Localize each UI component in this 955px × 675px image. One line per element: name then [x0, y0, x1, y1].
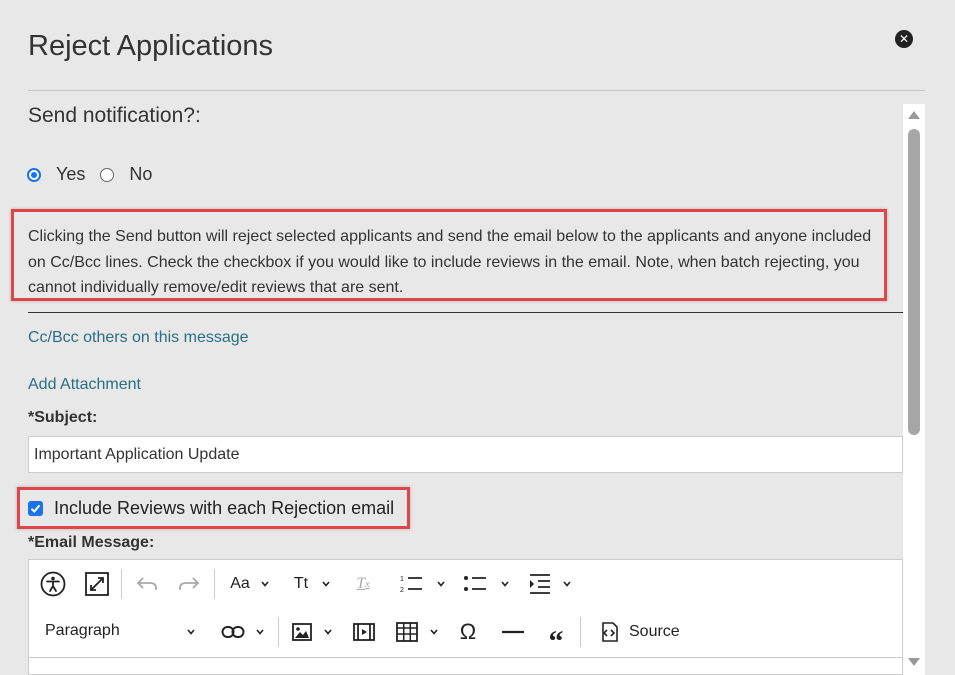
media-icon[interactable]: [350, 618, 378, 646]
numbered-list-icon[interactable]: 1 2: [397, 570, 425, 598]
scrollbar[interactable]: [903, 104, 925, 675]
radio-yes-label[interactable]: Yes: [56, 164, 85, 185]
include-reviews-label[interactable]: Include Reviews with each Rejection emai…: [54, 498, 394, 519]
source-icon[interactable]: [595, 618, 623, 646]
fullscreen-icon[interactable]: [83, 570, 111, 598]
svg-text:2: 2: [400, 587, 404, 594]
table-icon[interactable]: [393, 618, 421, 646]
email-message-label: *Email Message:: [28, 534, 155, 551]
redo-icon[interactable]: [175, 570, 203, 598]
image-icon[interactable]: [288, 618, 316, 646]
info-divider: [28, 312, 903, 313]
font-size-icon[interactable]: Tt: [287, 570, 315, 598]
send-notification-label: Send notification?:: [28, 104, 201, 127]
chevron-down-icon[interactable]: [563, 580, 571, 588]
accessibility-icon[interactable]: [39, 570, 67, 598]
chevron-down-icon[interactable]: [187, 628, 195, 636]
chevron-down-icon[interactable]: [437, 580, 445, 588]
remove-format-icon[interactable]: Tx: [349, 570, 377, 598]
chevron-down-icon[interactable]: [324, 628, 332, 636]
horizontal-line-icon[interactable]: [499, 618, 527, 646]
special-char-icon[interactable]: Ω: [454, 618, 482, 646]
blockquote-icon[interactable]: “: [542, 618, 570, 658]
include-reviews-checkbox[interactable]: [28, 501, 43, 516]
chevron-down-icon[interactable]: [256, 628, 264, 636]
scrollbar-thumb[interactable]: [908, 129, 920, 435]
bulleted-list-icon[interactable]: [461, 570, 489, 598]
notification-radio-group: Yes No: [27, 164, 167, 185]
radio-no-label[interactable]: No: [129, 164, 152, 185]
chevron-down-icon[interactable]: [430, 628, 438, 636]
font-family-icon[interactable]: Aa: [226, 570, 254, 598]
link-icon[interactable]: [219, 618, 247, 646]
scroll-down-icon[interactable]: [908, 658, 920, 666]
svg-text:1: 1: [400, 576, 404, 583]
dialog-title: Reject Applications: [28, 30, 274, 62]
checkmark-icon: [30, 504, 41, 513]
scroll-up-icon[interactable]: [908, 111, 920, 119]
editor-toolbar-divider: [29, 657, 902, 658]
chevron-down-icon[interactable]: [322, 580, 330, 588]
chevron-down-icon[interactable]: [261, 580, 269, 588]
undo-icon[interactable]: [133, 570, 161, 598]
info-text: Clicking the Send button will reject sel…: [28, 228, 872, 296]
radio-yes[interactable]: [27, 167, 41, 182]
close-icon[interactable]: ✕: [895, 30, 913, 48]
cc-bcc-link[interactable]: Cc/Bcc others on this message: [28, 329, 249, 347]
add-attachment-link[interactable]: Add Attachment: [28, 376, 141, 394]
source-button-label[interactable]: Source: [629, 618, 680, 646]
title-divider: [28, 90, 925, 91]
chevron-down-icon[interactable]: [501, 580, 509, 588]
indent-icon[interactable]: [526, 570, 554, 598]
subject-label: *Subject:: [28, 409, 98, 426]
radio-no[interactable]: [100, 167, 115, 182]
rich-text-editor[interactable]: Aa Tt Tx 1 2 Paragraph Ω “ Source: [28, 559, 903, 675]
subject-input[interactable]: [28, 436, 903, 473]
paragraph-format-dropdown[interactable]: Paragraph: [45, 622, 120, 640]
